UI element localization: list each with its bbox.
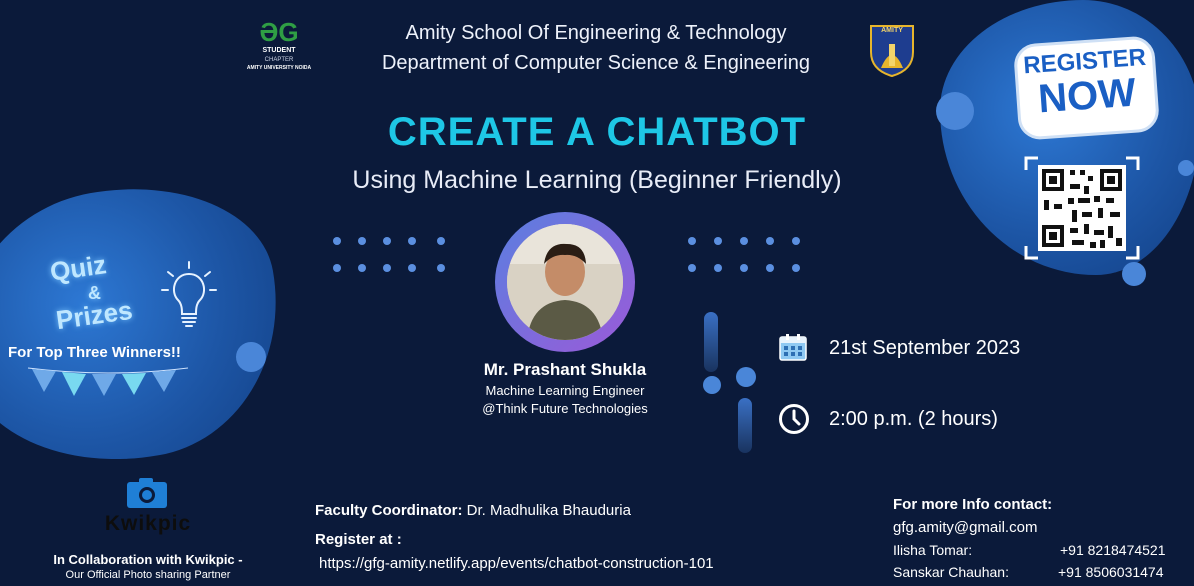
left-blob <box>0 164 302 486</box>
decor-pill-1 <box>704 312 718 372</box>
camera-icon <box>125 476 169 510</box>
faculty-name: Dr. Madhulika Bhauduria <box>462 502 631 519</box>
decor-pill-2 <box>738 398 752 453</box>
event-time: 2:00 p.m. (2 hours) <box>829 408 998 430</box>
decor-dot-6 <box>736 367 756 387</box>
register-url[interactable]: https://gfg-amity.netlify.app/events/cha… <box>319 555 714 572</box>
amity-logo: AMITY <box>867 22 917 78</box>
gfg-logo-line2: CHAPTER <box>264 57 294 63</box>
contact-person-1-name: Ilisha Tomar: <box>893 542 973 558</box>
contact-heading: For more Info contact: <box>893 496 1053 513</box>
decor-dot-4 <box>1178 160 1194 176</box>
bunting-flags <box>27 366 189 400</box>
lightbulb-icon <box>160 258 218 338</box>
kwikpic-logo-text: Kwikpic <box>104 512 192 535</box>
event-subtitle: Using Machine Learning (Beginner Friendl… <box>352 166 842 194</box>
qr-code[interactable] <box>1024 156 1140 260</box>
header-department: Department of Computer Science & Enginee… <box>381 52 810 74</box>
contact-person-1-phone: +91 8218474521 <box>1060 542 1166 558</box>
gfg-logo: ƏG STUDENT CHAPTER AMITY UNIVERSITY NOID… <box>238 18 320 82</box>
gfg-logo-line3: AMITY UNIVERSITY NOIDA <box>246 65 312 71</box>
decor-dot-5 <box>703 376 721 394</box>
event-title: CREATE A CHATBOT <box>387 110 807 154</box>
speaker-role: Machine Learning Engineer <box>485 383 645 398</box>
faculty-coordinator: Faculty Coordinator: Dr. Madhulika Bhaud… <box>315 502 631 519</box>
gfg-logo-mark: ƏG <box>259 17 299 47</box>
calendar-icon <box>778 332 808 362</box>
register-badge-line2: NOW <box>1036 70 1138 122</box>
contact-person-2-name: Sanskar Chauhan: <box>893 564 1009 580</box>
faculty-label: Faculty Coordinator: <box>315 502 463 519</box>
register-label: Register at : <box>315 531 402 548</box>
amity-logo-text: AMITY <box>881 27 903 34</box>
speaker-org: @Think Future Technologies <box>482 401 648 416</box>
quiz-tagline: For Top Three Winners!! <box>8 344 181 361</box>
contact-person-2-phone: +91 8506031474 <box>1058 564 1164 580</box>
gfg-logo-line1: STUDENT <box>262 47 296 54</box>
decor-dot-2 <box>236 342 266 372</box>
decor-dot-1 <box>936 92 974 130</box>
clock-icon <box>778 403 810 435</box>
event-date: 21st September 2023 <box>829 337 1021 359</box>
contact-email[interactable]: gfg.amity@gmail.com <box>893 519 1037 536</box>
partner-collab: In Collaboration with Kwikpic - <box>53 552 243 567</box>
decor-dot-3 <box>1122 262 1146 286</box>
register-now-badge[interactable]: REGISTER NOW <box>1012 35 1161 141</box>
speaker-photo <box>507 224 623 340</box>
header: Amity School Of Engineering & Technology… <box>330 18 862 78</box>
partner-desc: Our Official Photo sharing Partner <box>65 569 231 581</box>
speaker-name: Mr. Prashant Shukla <box>483 360 647 379</box>
header-institution: Amity School Of Engineering & Technology <box>405 22 787 44</box>
